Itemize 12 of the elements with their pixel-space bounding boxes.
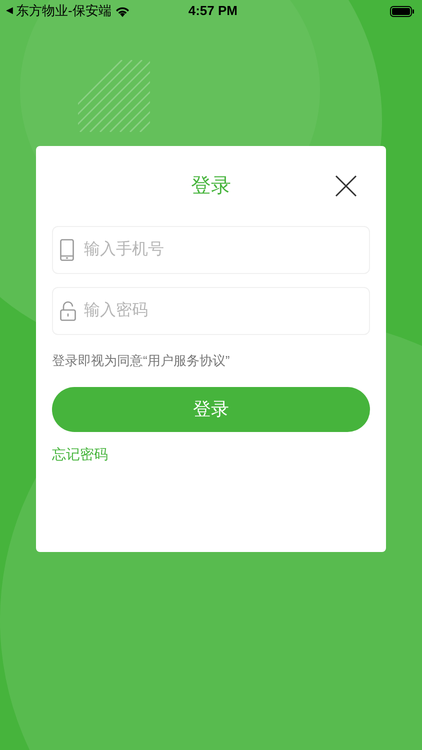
back-arrow-icon[interactable]: ◀ bbox=[6, 4, 13, 18]
phone-icon bbox=[60, 239, 74, 261]
lock-icon bbox=[60, 301, 76, 321]
back-app-label[interactable]: 东方物业-保安端 bbox=[16, 1, 112, 21]
wifi-icon bbox=[115, 6, 130, 16]
agreement-text: 登录即视为同意“用户服务协议” bbox=[52, 352, 231, 370]
status-time: 4:57 PM bbox=[188, 2, 238, 20]
dialog-title: 登录 bbox=[191, 174, 231, 199]
battery-icon bbox=[390, 6, 414, 16]
phone-field[interactable]: 输入手机号 bbox=[52, 226, 370, 274]
password-field[interactable]: 输入密码 bbox=[52, 287, 370, 335]
close-icon[interactable] bbox=[335, 175, 357, 197]
